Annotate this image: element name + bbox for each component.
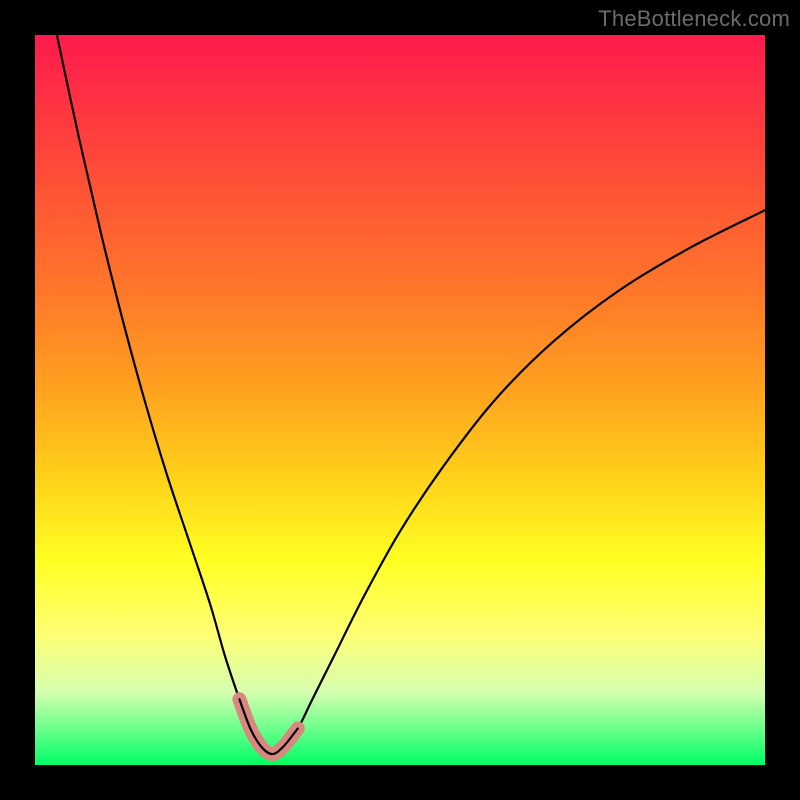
chart-frame: TheBottleneck.com — [0, 0, 800, 800]
curve-path — [57, 35, 765, 754]
bottleneck-curve — [35, 35, 765, 765]
marker-segment — [239, 699, 297, 754]
watermark-text: TheBottleneck.com — [598, 6, 790, 32]
plot-area — [35, 35, 765, 765]
